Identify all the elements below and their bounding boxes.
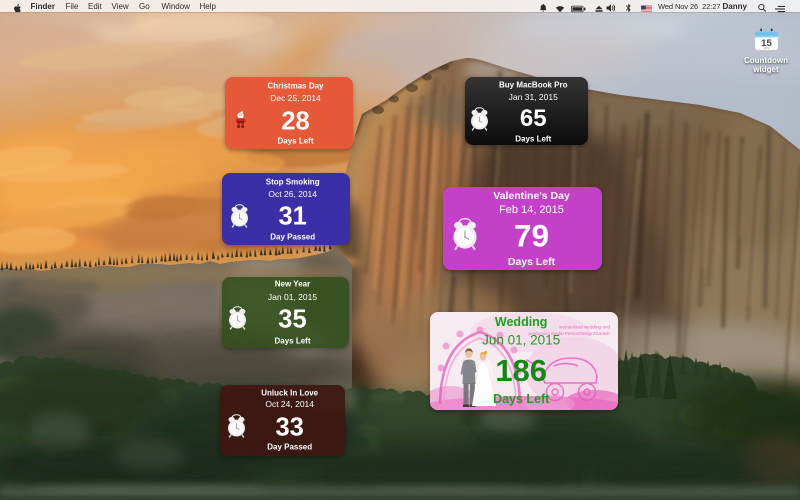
svg-text:NOV: NOV [763,46,769,50]
